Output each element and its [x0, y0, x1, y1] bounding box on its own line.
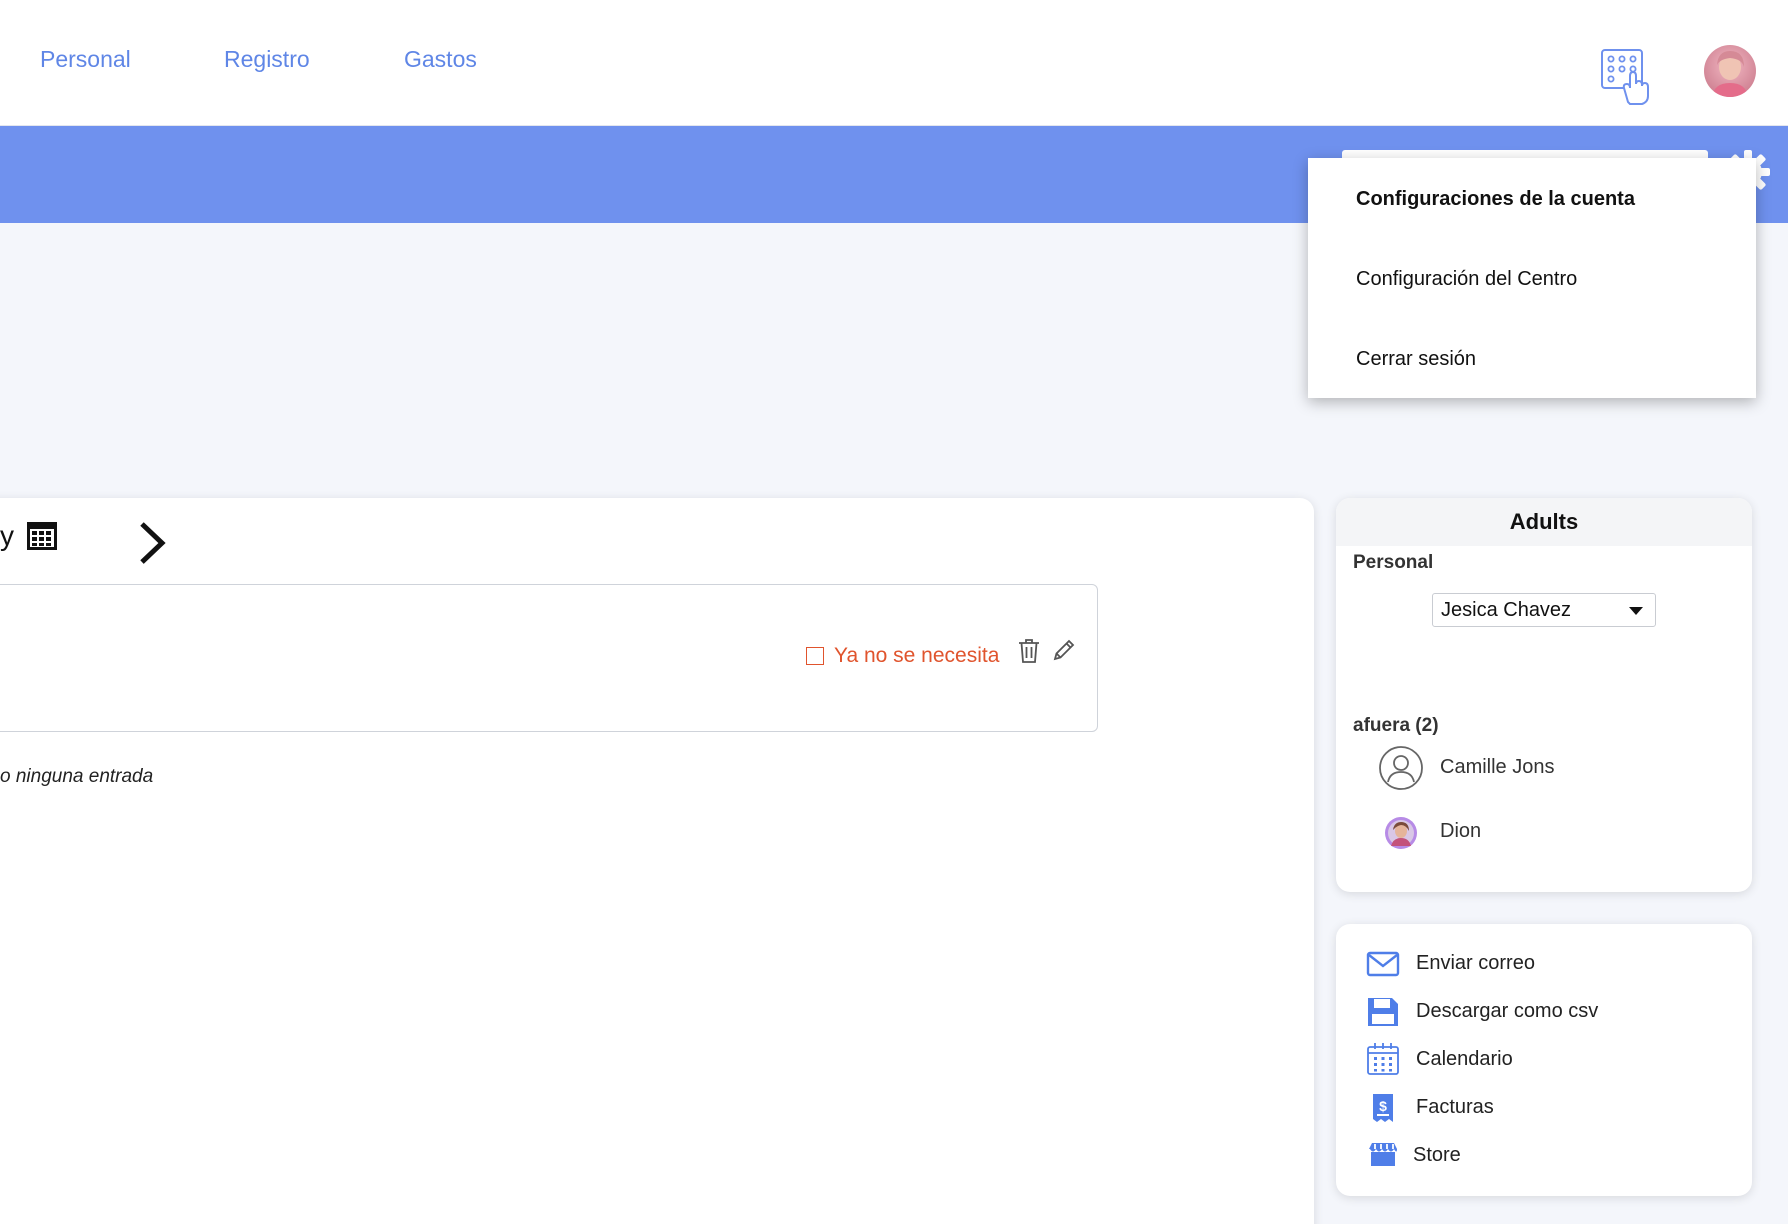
calendar-icon: [1366, 1042, 1400, 1075]
no-longer-needed-label: Ya no se necesita: [834, 644, 1000, 667]
nav-link-personal[interactable]: Personal: [40, 46, 131, 73]
staff-label: Personal: [1353, 552, 1434, 573]
user-avatar[interactable]: [1704, 45, 1756, 97]
action-download-csv[interactable]: Descargar como csv: [1416, 1000, 1598, 1023]
svg-text:$: $: [1379, 1098, 1387, 1114]
nav-link-registro[interactable]: Registro: [224, 46, 310, 73]
store-icon: [1366, 1140, 1400, 1172]
caret-down-icon: [1629, 607, 1643, 615]
calendar-grid-icon[interactable]: [26, 521, 58, 551]
person-name[interactable]: Dion: [1440, 820, 1481, 843]
invoice-icon: $: [1366, 1092, 1400, 1124]
checkbox-square[interactable]: [806, 647, 824, 665]
person-avatar: [1384, 816, 1418, 855]
out-label: afuera (2): [1353, 715, 1439, 736]
action-calendar[interactable]: Calendario: [1416, 1048, 1513, 1071]
no-longer-needed-checkbox[interactable]: Ya no se necesita: [806, 644, 999, 668]
floppy-disk-icon: [1366, 996, 1400, 1028]
action-send-email[interactable]: Enviar correo: [1416, 952, 1535, 975]
date-label: y: [0, 520, 14, 551]
envelope-icon: [1366, 948, 1400, 980]
account-dropdown-menu: Configuraciones de la cuenta Configuraci…: [1308, 158, 1756, 398]
action-invoices[interactable]: Facturas: [1416, 1096, 1494, 1119]
adults-card-title: Adults: [1336, 498, 1752, 546]
action-store[interactable]: Store: [1413, 1144, 1461, 1167]
menu-item-logout[interactable]: Cerrar sesión: [1356, 348, 1476, 371]
top-navigation: Personal Registro Gastos: [0, 0, 1788, 126]
no-entry-message: o ninguna entrada: [0, 766, 154, 787]
menu-item-account-settings[interactable]: Configuraciones de la cuenta: [1356, 188, 1635, 211]
kiosk-keypad-icon[interactable]: [1600, 46, 1656, 108]
person-name[interactable]: Camille Jons: [1440, 756, 1554, 779]
menu-item-center-settings[interactable]: Configuración del Centro: [1356, 268, 1577, 291]
user-outline-icon: [1378, 745, 1424, 796]
trash-icon[interactable]: [1018, 638, 1040, 664]
nav-link-gastos[interactable]: Gastos: [404, 46, 477, 73]
pencil-icon[interactable]: [1052, 638, 1076, 662]
staff-select[interactable]: Jesica Chavez: [1432, 593, 1656, 627]
staff-select-value: Jesica Chavez: [1441, 599, 1572, 621]
chevron-right-icon[interactable]: [136, 520, 170, 566]
